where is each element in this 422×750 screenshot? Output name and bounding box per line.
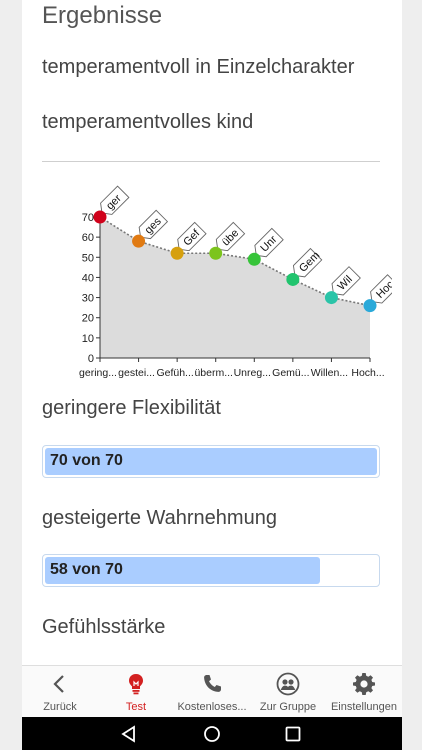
tab-back[interactable]: Zurück (22, 666, 98, 717)
divider (42, 161, 380, 162)
y-tick-label: 30 (82, 293, 94, 305)
phone-icon (204, 675, 221, 692)
progress-text: 70 von 70 (50, 452, 123, 469)
section-title-emotional-strength: Gefühlsstärke (42, 616, 166, 638)
chevron-left-icon (53, 675, 64, 693)
tab-label: Zur Gruppe (259, 701, 317, 713)
results-area-chart: 0 10 20 30 40 50 60 70 gering... gestei... Gefüh..… (79, 185, 392, 379)
data-point (286, 272, 300, 286)
data-point (247, 252, 261, 266)
gear-icon (353, 673, 375, 695)
y-tick-label: 20 (82, 313, 94, 325)
x-tick-label: Unreg... (234, 367, 271, 379)
tab-label: Zurück (43, 701, 77, 713)
back-triangle-icon[interactable] (120, 725, 138, 743)
tab-settings[interactable]: Einstellungen (326, 666, 402, 717)
progress-bar-flexibility: 70 von 70 (42, 445, 380, 478)
tab-test[interactable]: Test (98, 666, 174, 717)
x-tick-label: gestei... (118, 367, 155, 379)
data-point (363, 299, 377, 313)
progress-text: 58 von 70 (50, 561, 123, 578)
results-page: Ergebnisse temperamentvoll in Einzelchar… (22, 0, 402, 665)
y-tick-label: 0 (88, 353, 94, 365)
lightbulb-icon (129, 674, 143, 695)
x-tick-label: Gemü... (272, 367, 309, 379)
data-point (132, 234, 146, 248)
home-circle-icon[interactable] (203, 725, 221, 743)
tab-label: Kostenloses... (177, 701, 247, 713)
progress-bar-perception: 58 von 70 (42, 554, 380, 587)
result-subtitle-1: temperamentvoll in Einzelcharakter (42, 56, 355, 78)
data-point (170, 246, 184, 260)
y-tick-label: 10 (82, 333, 94, 345)
y-tick-label: 70 (82, 212, 94, 224)
result-subtitle-2: temperamentvolles kind (42, 111, 254, 133)
data-point (93, 210, 107, 224)
tab-label: Test (125, 701, 147, 713)
x-tick-label: Willen... (311, 367, 348, 379)
section-title-flexibility: geringere Flexibilität (42, 397, 221, 419)
x-tick-label: überm... (194, 367, 233, 379)
x-tick-label: gering... (79, 367, 117, 379)
section-title-perception: gesteigerte Wahrnehmung (42, 507, 277, 529)
tab-free-call[interactable]: Kostenloses... (174, 666, 250, 717)
android-nav-bar (22, 717, 402, 750)
y-tick-label: 60 (82, 232, 94, 244)
group-icon (276, 672, 300, 696)
y-tick-label: 40 (82, 272, 94, 284)
y-tick-label: 50 (82, 252, 94, 264)
x-tick-label: Hoch... (351, 367, 384, 379)
recents-square-icon[interactable] (284, 725, 302, 743)
data-point (324, 291, 338, 305)
tab-group[interactable]: Zur Gruppe (250, 666, 326, 717)
data-point (209, 246, 223, 260)
page-title: Ergebnisse (42, 2, 163, 29)
bottom-tab-bar: Zurück Test Kostenloses... Zur Gruppe Ei… (22, 665, 402, 717)
x-tick-label: Gefüh... (156, 367, 193, 379)
tab-label: Einstellungen (330, 701, 398, 713)
